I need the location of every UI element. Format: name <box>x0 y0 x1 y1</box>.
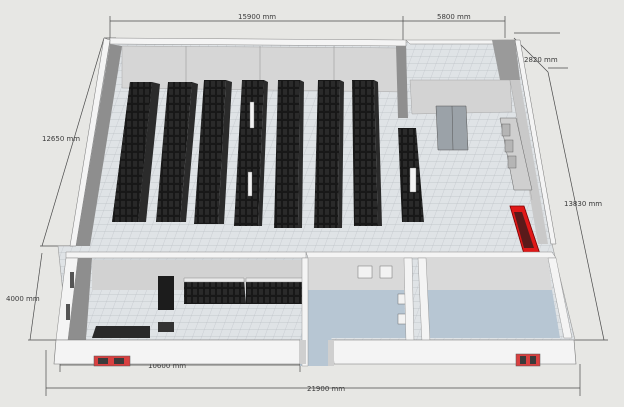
floor-plan-svg: 15900 mm 5800 mm 2820 mm 12650 mm 13830 … <box>6 13 608 396</box>
dimension-label-right-side: 13830 mm <box>564 200 602 208</box>
ups-unit <box>92 326 150 338</box>
dimension-label-left-side: 12650 mm <box>42 135 80 143</box>
wash-basin-icon <box>379 265 393 279</box>
dimension-label-top-left: 15900 mm <box>238 13 276 21</box>
rack-icon <box>158 276 174 310</box>
cabinet <box>158 322 174 332</box>
air-conditioner-icon <box>409 167 417 193</box>
dimension-label-left-lower: 4000 mm <box>6 295 40 303</box>
right-lower-room <box>417 257 573 343</box>
door-icon <box>93 355 131 367</box>
rack-row <box>352 80 382 226</box>
lower-left-room <box>66 260 306 338</box>
air-conditioner-icon <box>249 101 255 129</box>
dimension-label-bottom-total: 21900 mm <box>307 385 345 393</box>
air-conditioner-icon <box>247 171 253 197</box>
rack-row <box>274 80 304 228</box>
datacenter-floor-plan-diagram: 15900 mm 5800 mm 2820 mm 12650 mm 13830 … <box>0 0 624 407</box>
rack-row <box>314 80 344 228</box>
door-icon <box>515 353 541 367</box>
dimension-label-corner-right: 2820 mm <box>524 56 558 64</box>
dimension-label-top-right: 5800 mm <box>437 13 471 21</box>
wash-basin-icon <box>357 265 373 279</box>
